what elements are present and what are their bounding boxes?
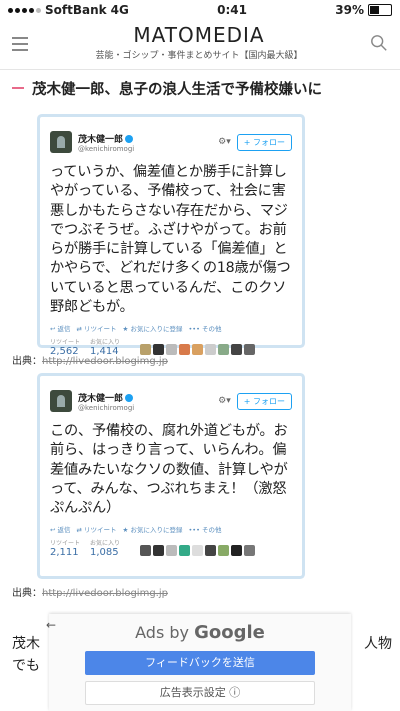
site-tagline: 芸能・ゴシップ・事件まとめサイト【国内最大級】 bbox=[95, 51, 303, 61]
body-line: でも bbox=[12, 658, 40, 674]
reply-button[interactable]: ↩ 返信 bbox=[50, 323, 71, 333]
battery-percent: 39% bbox=[335, 3, 364, 17]
follow-button[interactable]: + フォロー bbox=[236, 133, 292, 151]
send-feedback-button[interactable]: フィードバックを送信 bbox=[85, 651, 315, 675]
tweet-text: っていうか、偏差値とか勝手に計算しやがっている、予備校って、社会に害悪しかもたら… bbox=[50, 164, 291, 316]
more-label: その他 bbox=[202, 325, 222, 334]
carrier-label: SoftBank bbox=[45, 3, 107, 17]
follow-label: フォロー bbox=[253, 137, 285, 147]
like-count[interactable]: 1,085 bbox=[90, 547, 120, 558]
title-accent-bar bbox=[12, 87, 24, 89]
network-label: 4G bbox=[110, 3, 129, 17]
back-arrow-icon[interactable]: ← bbox=[46, 618, 56, 632]
favorite-label: お気に入りに登録 bbox=[130, 325, 183, 334]
source-link[interactable]: http://livedoor.blogimg.jp bbox=[42, 588, 168, 599]
reply-button[interactable]: ↩ 返信 bbox=[50, 524, 71, 534]
like-count-label: お気に入り bbox=[90, 540, 121, 548]
retweet-label: リツイート bbox=[84, 526, 117, 535]
favorite-label: お気に入りに登録 bbox=[130, 526, 183, 535]
retweet-button[interactable]: ⇄ リツイート bbox=[77, 323, 117, 333]
status-bar: SoftBank 4G 0:41 39% bbox=[0, 0, 400, 20]
clock: 0:41 bbox=[217, 3, 247, 17]
favorite-button[interactable]: ★ お気に入りに登録 bbox=[123, 323, 183, 333]
ad-title-prefix: Ads by bbox=[135, 623, 189, 642]
follow-label: フォロー bbox=[253, 396, 285, 406]
ad-settings-button[interactable]: 広告表示設定 ⓘ bbox=[85, 681, 315, 705]
ad-title: Ads by Google bbox=[49, 622, 351, 643]
verified-icon bbox=[125, 394, 134, 402]
article-body: 茂木 でも bbox=[12, 633, 40, 677]
article-title: 茂木健一郎、息子の浪人生活で予備校嫌いに bbox=[0, 70, 400, 106]
reply-label: 返信 bbox=[57, 325, 71, 334]
more-label: その他 bbox=[202, 526, 222, 535]
follow-button[interactable]: + フォロー bbox=[236, 392, 292, 410]
tweet-text: この、予備校の、腐れ外道どもが。お前ら、はっきり言って、いらんわ。偏差値みたいな… bbox=[50, 423, 288, 517]
body-line: 人物 bbox=[364, 636, 392, 652]
embedded-tweet[interactable]: 茂木健一郎 @kenichiromogi ⚙▾ + フォロー この、予備校の、腐… bbox=[40, 376, 302, 576]
tweet-author-name[interactable]: 茂木健一郎 bbox=[78, 135, 123, 145]
battery-icon bbox=[367, 4, 392, 16]
source-link[interactable]: http://livedoor.blogimg.jp bbox=[42, 356, 168, 367]
ad-overlay[interactable]: ← Ads by Google フィードバックを送信 広告表示設定 ⓘ bbox=[46, 614, 351, 711]
source-label: 出典： bbox=[12, 588, 42, 599]
verified-icon bbox=[125, 135, 134, 143]
site-header: MATOMEDIA 芸能・ゴシップ・事件まとめサイト【国内最大級】 bbox=[0, 20, 400, 70]
reply-label: 返信 bbox=[57, 526, 71, 535]
retweet-label: リツイート bbox=[84, 325, 117, 334]
site-logo[interactable]: MATOMEDIA bbox=[28, 23, 370, 47]
source-label: 出典： bbox=[12, 356, 42, 367]
retweet-button[interactable]: ⇄ リツイート bbox=[77, 524, 117, 534]
body-line: 茂木 bbox=[12, 636, 40, 652]
retweet-count-label: リツイート bbox=[50, 540, 81, 548]
gear-icon[interactable]: ⚙▾ bbox=[218, 137, 231, 147]
google-logo: Google bbox=[194, 622, 265, 643]
like-count-label: お気に入り bbox=[90, 339, 121, 347]
retweet-count[interactable]: 2,111 bbox=[50, 547, 80, 558]
signal-icon bbox=[8, 7, 41, 13]
tweet-author-handle[interactable]: @kenichiromogi bbox=[78, 145, 218, 153]
menu-icon[interactable] bbox=[12, 37, 28, 55]
avatar[interactable] bbox=[50, 390, 72, 412]
source-credit: 出典：http://livedoor.blogimg.jp bbox=[12, 584, 168, 599]
gear-icon[interactable]: ⚙▾ bbox=[218, 396, 231, 406]
source-credit: 出典：http://livedoor.blogimg.jp bbox=[12, 352, 168, 367]
more-button[interactable]: ••• その他 bbox=[188, 524, 221, 534]
embedded-tweet[interactable]: 茂木健一郎 @kenichiromogi ⚙▾ + フォロー っていうか、偏差値… bbox=[40, 117, 302, 357]
search-icon[interactable] bbox=[370, 34, 388, 52]
tweet-author-name[interactable]: 茂木健一郎 bbox=[78, 394, 123, 404]
avatar[interactable] bbox=[50, 131, 72, 153]
favorite-button[interactable]: ★ お気に入りに登録 bbox=[123, 524, 183, 534]
retweeter-avatars[interactable] bbox=[140, 545, 256, 557]
more-button[interactable]: ••• その他 bbox=[188, 323, 221, 333]
tweet-author-handle[interactable]: @kenichiromogi bbox=[78, 404, 218, 412]
article-title-text: 茂木健一郎、息子の浪人生活で予備校嫌いに bbox=[32, 81, 322, 98]
retweet-count-label: リツイート bbox=[50, 339, 81, 347]
